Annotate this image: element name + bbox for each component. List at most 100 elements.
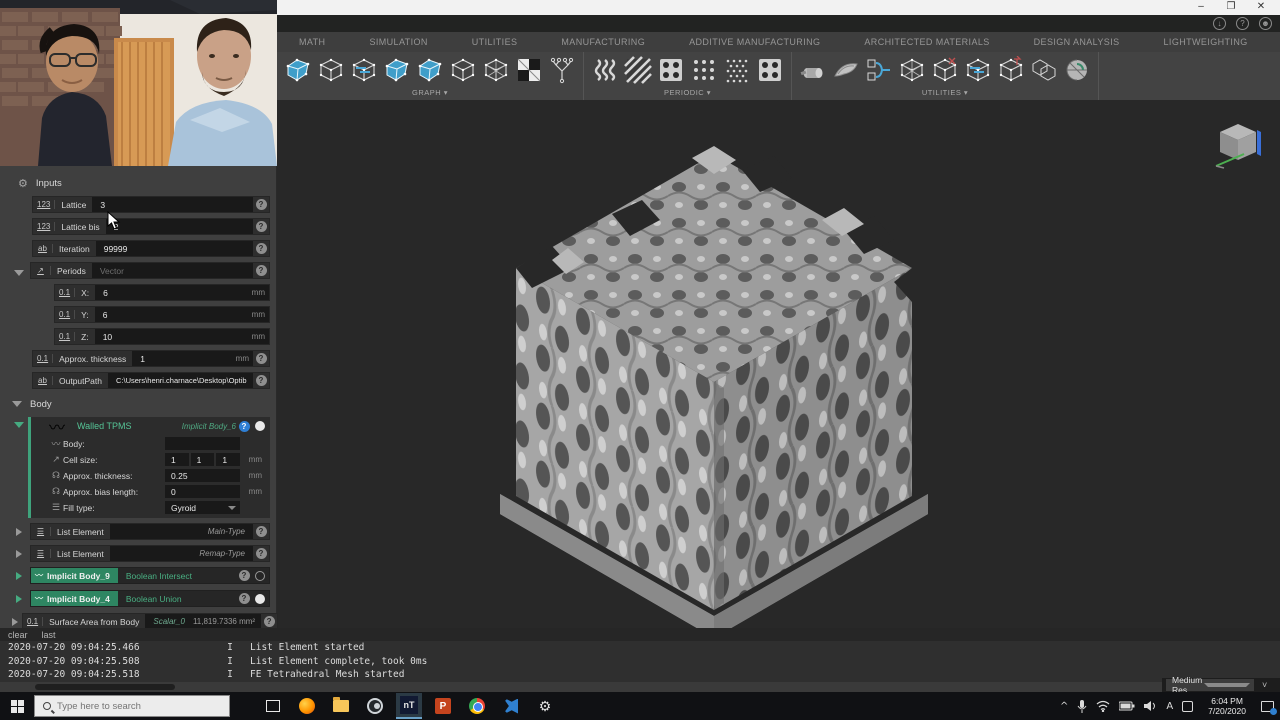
expand-arrow-icon[interactable]	[16, 572, 22, 580]
utilities-split-icon[interactable]	[864, 55, 894, 85]
tab-simulation[interactable]: SIMULATION	[347, 37, 449, 47]
help-icon[interactable]: ?	[239, 570, 250, 581]
utilities-trim-icon[interactable]	[930, 55, 960, 85]
implicit-body-9-row[interactable]: 〰 Implicit Body_9 Boolean Intersect ?	[30, 567, 270, 584]
output-path-input[interactable]: C:\Users\henri.charnace\Desktop\Optib	[108, 373, 253, 388]
y-input[interactable]: 6	[95, 307, 248, 322]
viewport-3d[interactable]	[277, 100, 1280, 630]
tpms-body-input[interactable]	[165, 437, 240, 450]
list-element-2-row[interactable]: ☰ List Element Remap-Type ?	[30, 545, 270, 562]
tray-app-icon[interactable]	[1182, 701, 1193, 712]
firefox-button[interactable]	[294, 693, 320, 719]
chrome-button[interactable]	[464, 693, 490, 719]
tab-utilities[interactable]: UTILITIES	[450, 37, 540, 47]
taskbar-clock[interactable]: 6:04 PM 7/20/2020	[1202, 696, 1252, 716]
periodic-schwarz-icon[interactable]	[656, 55, 686, 85]
visibility-toggle[interactable]	[255, 571, 265, 581]
periodic-lattice-grid-icon[interactable]	[689, 55, 719, 85]
help-icon[interactable]: ?	[1236, 17, 1249, 30]
utilities-section-blue-icon[interactable]	[963, 55, 993, 85]
graph-cube-diag-icon[interactable]	[481, 55, 511, 85]
tray-chevron-up-icon[interactable]: ^	[1060, 701, 1068, 712]
periodic-diagonal-icon[interactable]	[623, 55, 653, 85]
z-input[interactable]: 10	[95, 329, 248, 344]
utilities-double-cube-icon[interactable]	[1029, 55, 1059, 85]
tab-design-analysis[interactable]: DESIGN ANALYSIS	[1012, 37, 1142, 47]
cell-size-y-input[interactable]: 1	[191, 453, 215, 466]
help-icon[interactable]: ?	[256, 221, 267, 232]
periods-input[interactable]: Vector	[92, 263, 253, 278]
periodic-unit-cell-icon[interactable]	[755, 55, 785, 85]
utilities-roller-icon[interactable]	[798, 55, 828, 85]
console-last-button[interactable]: last	[42, 630, 56, 640]
graph-group-label[interactable]: GRAPH ▾	[412, 88, 448, 100]
expand-arrow-icon[interactable]	[16, 595, 22, 603]
periodic-group-label[interactable]: PERIODIC ▾	[664, 88, 711, 100]
speaker-icon[interactable]	[1144, 700, 1157, 712]
tab-additive-manufacturing[interactable]: ADDITIVE MANUFACTURING	[667, 37, 842, 47]
help-icon[interactable]: ?	[256, 265, 267, 276]
tab-math[interactable]: MATH	[277, 37, 347, 47]
help-icon[interactable]: ?	[256, 526, 267, 537]
utilities-sphere-icon[interactable]	[1062, 55, 1092, 85]
console-clear-button[interactable]: clear	[8, 630, 28, 640]
language-indicator[interactable]: A	[1166, 701, 1173, 712]
ntop-button[interactable]: nT	[396, 693, 422, 719]
lattice-bis-input[interactable]: 2	[106, 219, 253, 234]
graph-node-tree-icon[interactable]	[547, 55, 577, 85]
task-view-button[interactable]	[260, 693, 286, 719]
help-icon[interactable]: ?	[256, 548, 267, 559]
tab-topology-optimization[interactable]: TOPOLOGY OPTIMIZATION	[1270, 37, 1280, 47]
approx-thickness-input[interactable]: 1	[132, 351, 231, 366]
user-icon[interactable]: ☻	[1259, 17, 1272, 30]
start-button[interactable]	[0, 692, 34, 720]
settings-button[interactable]: ⚙	[532, 693, 558, 719]
visibility-toggle[interactable]	[255, 594, 265, 604]
periodic-gyroid-icon[interactable]	[590, 55, 620, 85]
scrollbar-thumb[interactable]	[35, 684, 175, 690]
help-icon[interactable]: ?	[256, 243, 267, 254]
help-icon[interactable]: ?	[239, 421, 250, 432]
tab-lightweighting[interactable]: LIGHTWEIGHTING	[1142, 37, 1270, 47]
restore-button[interactable]: ❐	[1216, 0, 1246, 15]
wifi-icon[interactable]	[1096, 700, 1110, 712]
collapse-arrow-icon[interactable]	[14, 270, 24, 276]
help-icon[interactable]: ?	[256, 353, 267, 364]
tab-architected-materials[interactable]: ARCHITECTED MATERIALS	[842, 37, 1011, 47]
expand-arrow-icon[interactable]	[12, 618, 18, 626]
obs-button[interactable]	[362, 693, 388, 719]
graph-patch-icon[interactable]	[415, 55, 445, 85]
taskbar-search[interactable]	[34, 695, 230, 717]
help-icon[interactable]: ?	[256, 375, 267, 386]
powerpoint-button[interactable]: P	[430, 693, 456, 719]
notification-center-icon[interactable]	[1261, 701, 1274, 712]
utilities-cube-diagonals-icon[interactable]	[897, 55, 927, 85]
resolution-dropdown[interactable]: Medium Res	[1166, 679, 1254, 691]
help-icon[interactable]: ?	[239, 593, 250, 604]
help-icon[interactable]: ?	[256, 199, 267, 210]
graph-cube-plane-icon[interactable]	[382, 55, 412, 85]
x-input[interactable]: 6	[95, 285, 248, 300]
console-scrollbar[interactable]	[0, 682, 1280, 692]
collapse-arrow-icon[interactable]	[12, 401, 22, 407]
fill-type-dropdown[interactable]: Gyroid	[165, 501, 240, 514]
body-section-header[interactable]: Body	[12, 394, 276, 414]
file-explorer-button[interactable]	[328, 693, 354, 719]
cell-size-x-input[interactable]: 1	[165, 453, 189, 466]
tab-manufacturing[interactable]: MANUFACTURING	[539, 37, 667, 47]
graph-cube-edges-icon[interactable]	[448, 55, 478, 85]
collapse-arrow-icon[interactable]	[14, 422, 24, 428]
implicit-body-4-row[interactable]: 〰 Implicit Body_4 Boolean Union ?	[30, 590, 270, 607]
visibility-toggle[interactable]	[255, 421, 265, 431]
utilities-group-label[interactable]: UTILITIES ▾	[922, 88, 968, 100]
microphone-icon[interactable]	[1077, 699, 1087, 713]
tpms-bias-input[interactable]: 0	[165, 485, 240, 498]
inputs-section-header[interactable]: ⚙ Inputs	[18, 173, 276, 193]
iteration-input[interactable]: 99999	[96, 241, 253, 256]
graph-wire-cube-icon[interactable]	[316, 55, 346, 85]
tpms-thickness-input[interactable]: 0.25	[165, 469, 240, 482]
minimize-button[interactable]: –	[1186, 0, 1216, 15]
periodic-dense-grid-icon[interactable]	[722, 55, 752, 85]
battery-icon[interactable]	[1119, 701, 1135, 711]
utilities-extract-icon[interactable]	[996, 55, 1026, 85]
